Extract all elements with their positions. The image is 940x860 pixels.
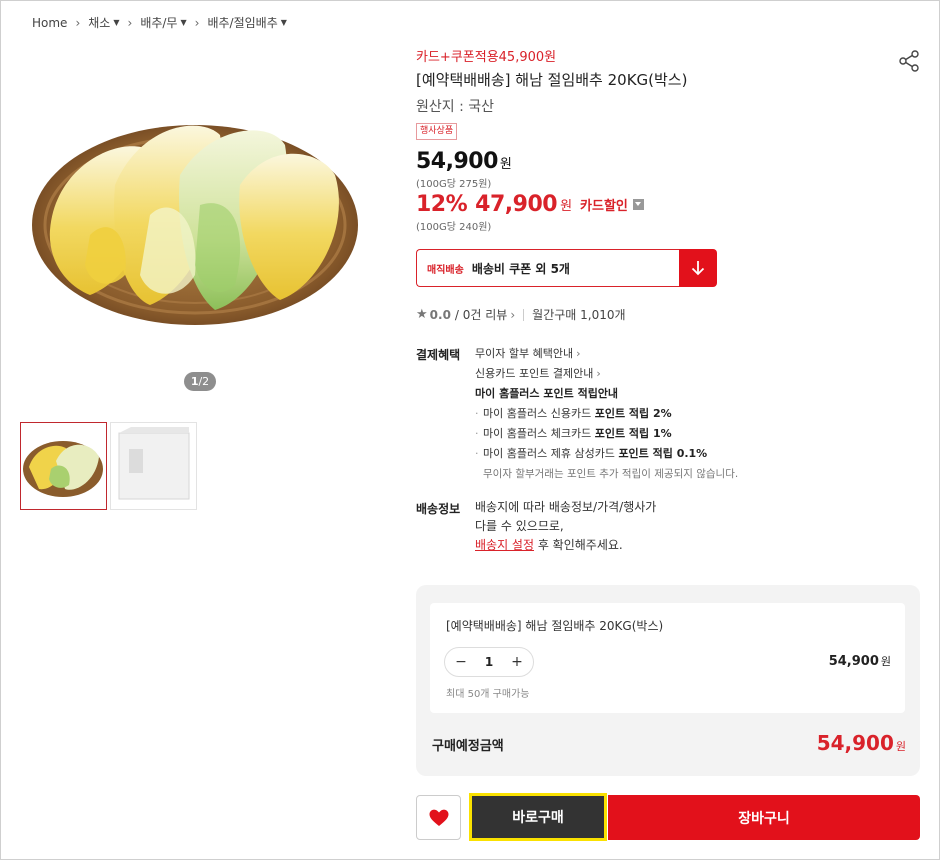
benefit-point-heading: 마이 홈플러스 포인트 적립안내: [475, 387, 619, 400]
benefit-sub-item: 마이 홈플러스 제휴 삼성카드 포인트 적립 0.1%: [475, 444, 836, 464]
benefit-title: 결제혜택: [416, 348, 461, 362]
benefit-sub-text: 마이 홈플러스 체크카드: [483, 427, 595, 440]
thumbnail-list: [20, 422, 197, 510]
caret-down-icon: ▼: [280, 18, 287, 27]
chevron-right-icon: ›: [576, 347, 581, 360]
review-summary: ★ 0.0 / 0건 리뷰 › 월간구매 1,010개: [416, 306, 626, 323]
quantity-decrease-button[interactable]: −: [454, 654, 468, 670]
card-discount-label: 카드할인: [580, 199, 628, 214]
shipping-info: 배송정보 배송지에 따라 배송정보/가격/행사가 다를 수 있으므로, 배송지 …: [416, 498, 836, 555]
review-count-link[interactable]: / 0건 리뷰 ›: [455, 306, 515, 323]
quantity-stepper: − 1 +: [444, 647, 534, 677]
quantity-increase-button[interactable]: +: [510, 654, 524, 670]
total-price-value: 54,900: [816, 731, 894, 755]
breadcrumb-label: 채소: [88, 16, 111, 30]
total-price-currency: 원: [895, 740, 906, 753]
option-price-value: 54,900: [828, 654, 879, 669]
review-count: / 0건 리뷰: [454, 308, 508, 322]
unit-price: (100G당 275원): [416, 179, 492, 190]
breadcrumb-item-vegetables[interactable]: 채소 ▼: [88, 14, 119, 31]
product-info: 카드+쿠폰적용45,900원 [예약택배배송] 해남 절임배추 20KG(박스)…: [416, 46, 921, 233]
event-badge: 행사상품: [416, 123, 458, 140]
coupon-tag: 매직배송: [427, 264, 464, 276]
benefit-sub-rate: 포인트 적립 0.1%: [618, 447, 708, 460]
product-main-image[interactable]: [30, 95, 360, 335]
thumbnail-box[interactable]: [110, 422, 197, 510]
card-price: 47,900: [475, 192, 558, 217]
coupon-download-button[interactable]: [679, 249, 717, 287]
arrow-down-icon: [691, 261, 705, 276]
breadcrumb-home[interactable]: Home: [32, 16, 67, 30]
origin-text: 원산지 : 국산: [416, 99, 495, 115]
add-to-cart-button[interactable]: 장바구니: [608, 795, 920, 840]
benefit-sub-text: 마이 홈플러스 제휴 삼성카드: [483, 447, 619, 460]
caret-down-icon: ▼: [113, 18, 120, 27]
coupon-body: 매직배송 배송비 쿠폰 외 5개: [416, 249, 679, 287]
option-price: 54,900 원: [829, 653, 891, 669]
shipping-line: 다를 수 있으므로,: [475, 519, 564, 533]
breadcrumb-item-cabbage-radish[interactable]: 배추/무 ▼: [140, 14, 186, 31]
discount-rate: 12%: [416, 192, 468, 217]
gallery-pager: 1/2: [184, 372, 216, 391]
shipping-title: 배송정보: [416, 502, 461, 516]
benefit-interest-free-link[interactable]: 무이자 할부 혜택안내 ›: [475, 344, 836, 364]
wishlist-button[interactable]: [416, 795, 461, 840]
max-purchase-note: 최대 50개 구매가능: [446, 689, 530, 700]
benefit-sub-rate: 포인트 적립 2%: [594, 407, 672, 420]
dropdown-toggle-icon[interactable]: [632, 199, 644, 210]
benefit-note: 무이자 할부거래는 포인트 추가 적립이 제공되지 않습니다.: [483, 468, 739, 480]
chevron-right-icon: ›: [75, 15, 81, 30]
chevron-right-icon: ›: [127, 15, 133, 30]
breadcrumb-item-salted-cabbage[interactable]: 배추/절임배추 ▼: [207, 14, 286, 31]
buy-now-button[interactable]: 바로구매: [472, 796, 604, 838]
buy-now-highlight: 바로구매: [469, 793, 607, 841]
caret-down-icon: ▼: [180, 18, 187, 27]
shipping-address-link[interactable]: 배송지 설정: [475, 538, 534, 552]
quantity-value[interactable]: 1: [485, 655, 493, 669]
option-name: [예약택배배송] 해남 절임배추 20KG(박스): [446, 619, 664, 633]
chevron-right-icon: ›: [194, 15, 200, 30]
total-price: 54,900 원: [817, 731, 906, 755]
pager-total: /2: [198, 375, 210, 388]
option-price-currency: 원: [880, 655, 891, 668]
card-price-currency: 원: [560, 199, 573, 214]
benefit-label: 신용카드 포인트 결제안내: [475, 367, 594, 380]
benefit-label: 무이자 할부 혜택안내: [475, 347, 574, 360]
chevron-right-icon: ›: [596, 367, 601, 380]
benefit-card-point-link[interactable]: 신용카드 포인트 결제안내 ›: [475, 364, 836, 384]
coupon-banner[interactable]: 매직배송 배송비 쿠폰 외 5개: [416, 249, 717, 287]
promo-price-text: 카드+쿠폰적용45,900원: [416, 50, 557, 65]
coupon-text: 배송비 쿠폰 외 5개: [471, 261, 570, 276]
shipping-line: 후 확인해주세요.: [534, 538, 623, 552]
star-icon: ★: [416, 307, 428, 322]
card-unit-price: (100G당 240원): [416, 222, 492, 233]
chevron-right-icon: ›: [510, 308, 516, 322]
review-score: 0.0: [429, 307, 451, 322]
benefit-sub-rate: 포인트 적립 1%: [594, 427, 672, 440]
total-label: 구매예정금액: [432, 739, 504, 754]
breadcrumb-label: 배추/절임배추: [207, 16, 278, 30]
thumbnail-cabbage[interactable]: [20, 422, 107, 510]
product-title: [예약택배배송] 해남 절임배추 20KG(박스): [416, 71, 688, 89]
benefit-sub-text: 마이 홈플러스 신용카드: [483, 407, 595, 420]
breadcrumb: Home › 채소 ▼ › 배추/무 ▼ › 배추/절임배추 ▼: [32, 14, 287, 31]
shipping-line: 배송지에 따라 배송정보/가격/행사가: [475, 500, 657, 514]
payment-benefits: 결제혜택 무이자 할부 혜택안내 › 신용카드 포인트 결제안내 › 마이 홈플러스…: [416, 344, 836, 484]
selected-option-card: [예약택배배송] 해남 절임배추 20KG(박스) − 1 + 54,900 원 …: [430, 603, 905, 713]
heart-icon: [429, 809, 448, 826]
price-currency: 원: [499, 157, 512, 172]
sale-price: 54,900: [416, 149, 498, 174]
breadcrumb-label: 배추/무: [140, 16, 178, 30]
purchase-panel: [예약택배배송] 해남 절임배추 20KG(박스) − 1 + 54,900 원 …: [416, 585, 920, 776]
price-row: 54,900 원: [416, 149, 921, 174]
card-discount-row: 12% 47,900 원 카드할인: [416, 192, 921, 217]
monthly-purchase-count: 월간구매 1,010개: [532, 308, 626, 322]
divider: [523, 308, 525, 321]
benefit-sub-item: 마이 홈플러스 체크카드 포인트 적립 1%: [475, 424, 836, 444]
benefit-sub-item: 마이 홈플러스 신용카드 포인트 적립 2%: [475, 404, 836, 424]
